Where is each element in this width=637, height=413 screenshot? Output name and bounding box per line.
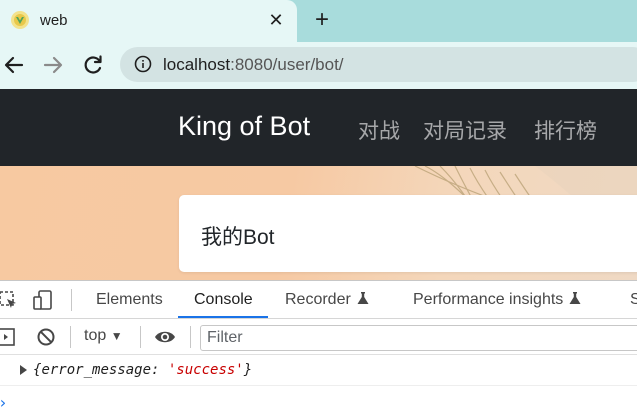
address-bar[interactable]: localhost:8080/user/bot/	[120, 47, 637, 82]
nav-link-record[interactable]: 对局记录	[423, 115, 507, 145]
context-selector-value: top	[84, 327, 107, 344]
clear-console-icon[interactable]	[35, 326, 57, 348]
console-log-object[interactable]: {error_message: 'success'}	[33, 362, 252, 378]
console-filter-input[interactable]	[200, 325, 637, 351]
tab-title: web	[40, 12, 68, 29]
close-tab-icon[interactable]: ✕	[266, 10, 286, 30]
show-sidebar-icon[interactable]	[0, 326, 18, 348]
tab-sources[interactable]: S	[630, 291, 637, 309]
reload-icon[interactable]	[81, 53, 105, 77]
console-log-entry: {error_message: 'success'}	[0, 356, 637, 386]
tab-performance-insights-label: Performance insights	[413, 291, 564, 308]
devtools-tab-bar: Elements Console Recorder Performance in…	[0, 281, 637, 319]
inspect-element-icon[interactable]	[0, 289, 19, 311]
expand-object-icon[interactable]	[20, 365, 27, 375]
filter-separator	[140, 326, 141, 348]
nav-link-ranklist[interactable]: 排行榜	[534, 115, 597, 145]
site-navbar: King of Bot 对战 对局记录 排行榜	[0, 89, 637, 166]
context-selector[interactable]: top ▼	[84, 327, 123, 345]
active-tab-indicator	[178, 316, 268, 318]
browser-tab[interactable]: web ✕	[0, 0, 297, 42]
device-toolbar-icon[interactable]	[32, 289, 54, 311]
console-prompt-icon[interactable]: ›	[0, 393, 8, 412]
filter-separator	[70, 326, 71, 348]
card-header-title: 我的Bot	[201, 226, 275, 249]
browser-tab-strip: web ✕ +	[0, 0, 637, 42]
live-expression-eye-icon[interactable]	[154, 326, 176, 348]
page-viewport: King of Bot 对战 对局记录 排行榜 我的Bot	[0, 89, 637, 280]
log-colon: :	[151, 362, 168, 378]
browser-toolbar: localhost:8080/user/bot/	[0, 42, 637, 89]
my-bot-card: 我的Bot	[179, 195, 637, 272]
tab-recorder[interactable]: Recorder	[285, 291, 369, 309]
log-key: error_message	[41, 362, 152, 378]
url-path: :8080/user/bot/	[230, 55, 344, 74]
log-close-brace: }	[243, 362, 253, 378]
new-tab-button[interactable]: +	[311, 8, 333, 32]
devtools-separator	[71, 289, 72, 311]
experimental-flask-icon	[357, 292, 369, 304]
console-filter-bar: top ▼	[0, 319, 637, 355]
chevron-down-icon: ▼	[110, 329, 123, 343]
tab-console[interactable]: Console	[194, 291, 253, 309]
tab-elements[interactable]: Elements	[96, 291, 163, 309]
url-text: localhost:8080/user/bot/	[163, 55, 344, 75]
devtools-panel: Elements Console Recorder Performance in…	[0, 280, 637, 413]
log-value: 'success'	[167, 362, 244, 378]
url-host: localhost	[163, 55, 231, 74]
filter-separator	[190, 326, 191, 348]
back-arrow-icon[interactable]	[2, 53, 26, 77]
navbar-brand[interactable]: King of Bot	[178, 111, 310, 142]
forward-arrow-icon[interactable]	[41, 53, 65, 77]
tab-performance-insights[interactable]: Performance insights	[413, 291, 581, 309]
nav-link-pk[interactable]: 对战	[358, 115, 400, 145]
site-info-icon[interactable]	[134, 55, 152, 73]
vue-logo-icon	[11, 11, 29, 29]
experimental-flask-icon	[569, 292, 581, 304]
tab-recorder-label: Recorder	[285, 291, 351, 308]
